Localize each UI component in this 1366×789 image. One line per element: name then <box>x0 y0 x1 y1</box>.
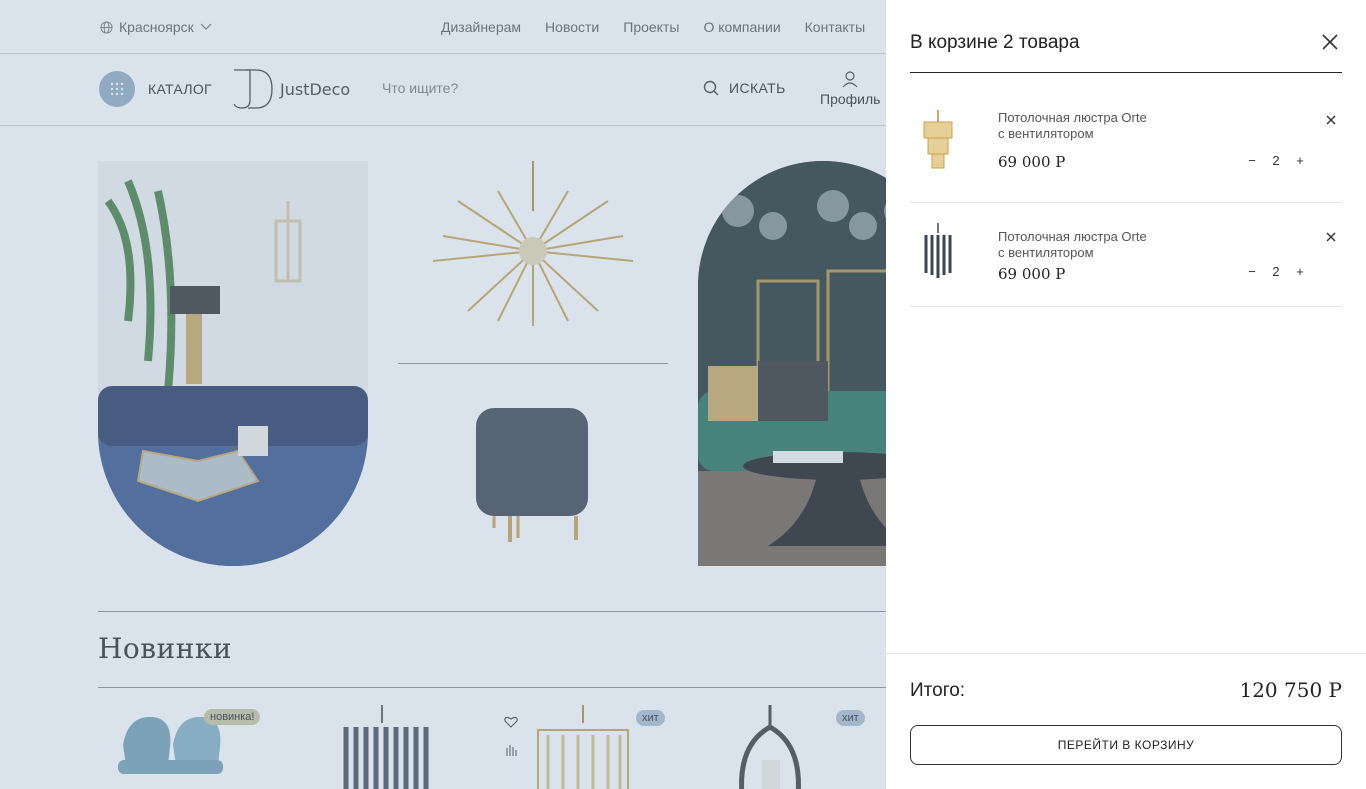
qty-increase-button[interactable]: + <box>1288 264 1312 279</box>
product-thumbnail[interactable] <box>916 110 960 170</box>
item-price: 69 000 Р <box>998 153 1066 171</box>
qty-decrease-button[interactable]: − <box>1240 153 1264 168</box>
cart-title-divider <box>910 72 1342 73</box>
cart-drawer: В корзине 2 товара Потолочная люстра Ort… <box>886 0 1366 789</box>
quantity-stepper: − 2 + <box>1240 153 1312 168</box>
qty-decrease-button[interactable]: − <box>1240 264 1264 279</box>
product-thumbnail[interactable] <box>916 223 960 283</box>
qty-increase-button[interactable]: + <box>1288 153 1312 168</box>
total-value: 120 750 Р <box>1239 678 1342 702</box>
remove-item-button[interactable] <box>1324 230 1338 244</box>
close-button[interactable] <box>1318 30 1342 54</box>
go-to-cart-button[interactable]: ПЕРЕЙТИ В КОРЗИНУ <box>910 725 1342 765</box>
total-label: Итого: <box>910 680 966 701</box>
close-icon <box>1326 232 1336 242</box>
cart-item: Потолочная люстра Orte с вентилятором 69… <box>910 203 1342 307</box>
item-name-line2: с вентилятором <box>998 245 1094 260</box>
item-name[interactable]: Потолочная люстра Orte с вентилятором <box>998 229 1178 261</box>
remove-item-button[interactable] <box>1324 113 1338 127</box>
quantity-stepper: − 2 + <box>1240 264 1312 279</box>
qty-value: 2 <box>1272 153 1280 168</box>
item-price: 69 000 Р <box>998 265 1066 283</box>
close-icon <box>1326 115 1336 125</box>
cart-footer-divider <box>886 653 1366 654</box>
item-name-line1: Потолочная люстра Orte <box>998 229 1147 244</box>
cart-title: В корзине 2 товара <box>910 32 1080 53</box>
close-icon <box>1322 34 1338 50</box>
item-name[interactable]: Потолочная люстра Orte с вентилятором <box>998 110 1178 142</box>
item-name-line1: Потолочная люстра Orte <box>998 110 1147 125</box>
qty-value: 2 <box>1272 264 1280 279</box>
item-name-line2: с вентилятором <box>998 126 1094 141</box>
cart-item: Потолочная люстра Orte с вентилятором 69… <box>910 96 1342 203</box>
